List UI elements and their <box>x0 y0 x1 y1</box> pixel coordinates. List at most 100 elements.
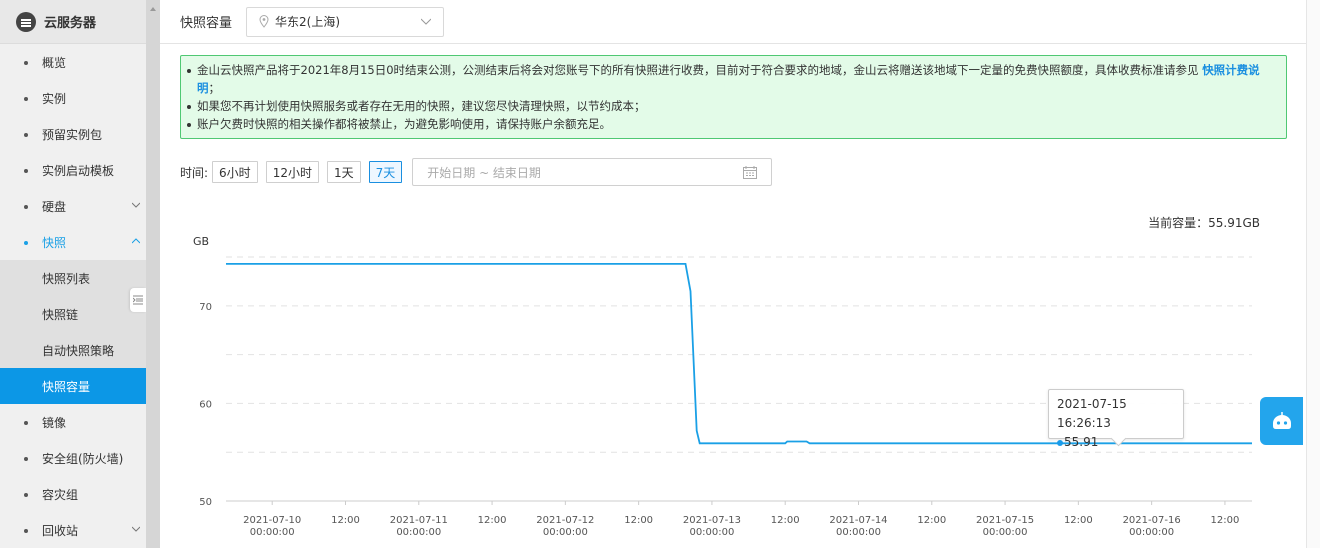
sidebar-subitem-label: 自动快照策略 <box>42 343 115 358</box>
sidebar-title: 云服务器 <box>44 16 97 31</box>
bullet-icon <box>24 97 28 101</box>
chevron-up-icon <box>132 238 140 244</box>
sidebar-item-instances[interactable]: 实例 <box>0 80 146 116</box>
sidebar-item-images[interactable]: 镜像 <box>0 404 146 440</box>
time-6h-button[interactable]: 6小时 <box>212 161 258 183</box>
x-tick-label: 2021-07-10 <box>243 515 301 526</box>
x-tick-label: 2021-07-12 <box>536 515 594 526</box>
region-value: 华东2(上海) <box>275 15 341 29</box>
bullet-icon <box>24 457 28 461</box>
x-tick-label: 2021-07-13 <box>683 515 741 526</box>
calendar-icon <box>743 166 758 179</box>
tooltip-value: 55.91 <box>1064 435 1099 449</box>
sidebar-item-label: 快照 <box>42 235 67 250</box>
sidebar-subitem-snapshot-chain[interactable]: 快照链 <box>0 296 146 332</box>
sidebar-item-disaster-groups[interactable]: 容灾组 <box>0 476 146 512</box>
chat-bot-icon <box>1272 412 1291 429</box>
sidebar-item-disks[interactable]: 硬盘 <box>0 188 146 224</box>
sidebar-item-launch-templates[interactable]: 实例启动模板 <box>0 152 146 188</box>
time-label: 时间: <box>180 165 209 180</box>
bullet-icon <box>24 493 28 497</box>
notice-banner: 金山云快照产品将于2021年8月15日0时结束公测，公测结束后将会对您账号下的所… <box>180 55 1287 139</box>
sidebar-item-label: 预留实例包 <box>42 127 103 142</box>
sidebar-header[interactable]: 云服务器 <box>0 0 146 44</box>
capacity-chart: 当前容量：55.91GB 50 60 70 GB 2021-07-10 00:00:00 1… <box>160 200 1306 548</box>
x-tick-label: 12:00 <box>1064 515 1093 526</box>
x-tick-sublabel: 00:00:00 <box>689 527 734 538</box>
chart-svg: 506070GB2021-07-1000:00:0012:00 2021-07-1… <box>193 235 1253 538</box>
bullet-icon <box>24 61 28 65</box>
sidebar-item-snapshots[interactable]: 快照 <box>0 224 146 260</box>
notice-line: 金山云快照产品将于2021年8月15日0时结束公测，公测结束后将会对您账号下的所… <box>187 61 1274 97</box>
sidebar-subitem-label: 快照容量 <box>42 379 91 394</box>
notice-text: 金山云快照产品将于2021年8月15日0时结束公测，公测结束后将会对您账号下的所… <box>197 63 1203 77</box>
sidebar-scrollbar[interactable] <box>146 0 160 548</box>
sidebar-subitem-snapshot-list[interactable]: 快照列表 <box>0 260 146 296</box>
list-collapse-icon <box>133 295 143 305</box>
sidebar-subitem-snapshot-capacity[interactable]: 快照容量 <box>0 368 146 404</box>
chevron-down-icon <box>421 18 432 25</box>
date-range-picker[interactable]: 开始日期 ~ 结束日期 <box>412 158 773 186</box>
scroll-up-icon <box>150 7 156 11</box>
y-tick-label: 50 <box>199 497 212 508</box>
bullet-icon <box>24 205 28 209</box>
page-scrollbar[interactable] <box>1306 0 1320 548</box>
y-tick-label: 60 <box>199 399 212 410</box>
x-tick-label: 2021-07-15 <box>976 515 1034 526</box>
page-title: 快照容量 <box>180 16 233 31</box>
notice-line: 如果您不再计划使用快照服务或者存在无用的快照，建议您尽快清理快照，以节约成本； <box>187 97 1274 115</box>
x-tick-sublabel: 00:00:00 <box>250 527 295 538</box>
notice-text: 账户欠费时快照的相关操作都将被禁止，为避免影响使用，请保持账户余额充足。 <box>197 117 611 131</box>
sidebar-item-label: 实例 <box>42 91 67 106</box>
time-filter: 时间: 6小时 12小时 1天 7天 开始日期 ~ 结束日期 <box>180 158 773 186</box>
notice-line: 账户欠费时快照的相关操作都将被禁止，为避免影响使用，请保持账户余额充足。 <box>187 115 1274 133</box>
notice-text: 如果您不再计划使用快照服务或者存在无用的快照，建议您尽快清理快照，以节约成本； <box>197 99 646 113</box>
customer-service-button[interactable] <box>1260 397 1303 445</box>
sidebar-item-label: 概览 <box>42 55 67 70</box>
tooltip-time: 2021-07-15 16:26:13 <box>1057 397 1127 430</box>
menu-icon <box>16 11 36 32</box>
sidebar-item-label: 镜像 <box>42 415 67 430</box>
notice-text: ； <box>208 81 221 95</box>
page-header: 快照容量 华东2(上海) <box>160 0 1306 44</box>
time-12h-button[interactable]: 12小时 <box>265 161 319 183</box>
sidebar-item-overview[interactable]: 概览 <box>0 44 146 80</box>
x-tick-label: 12:00 <box>331 515 360 526</box>
location-pin-icon <box>259 15 269 28</box>
date-range-placeholder: 开始日期 ~ 结束日期 <box>427 165 541 180</box>
y-axis-label: GB <box>193 235 209 248</box>
sidebar-item-security-groups[interactable]: 安全组(防火墙) <box>0 440 146 476</box>
series-dot-icon <box>1057 439 1063 446</box>
sidebar-item-label: 实例启动模板 <box>42 163 115 178</box>
x-tick-label: 2021-07-16 <box>1123 515 1181 526</box>
chevron-down-icon <box>132 526 140 532</box>
y-tick-label: 70 <box>199 302 212 313</box>
x-tick-label: 12:00 <box>1211 515 1240 526</box>
sidebar-subitem-label: 快照列表 <box>42 271 91 286</box>
sidebar-item-label: 安全组(防火墙) <box>42 451 124 466</box>
x-tick-label: 12:00 <box>917 515 946 526</box>
sidebar-item-recycle-bin[interactable]: 回收站 <box>0 512 146 548</box>
x-tick-sublabel: 00:00:00 <box>983 527 1028 538</box>
collapse-sidebar-handle[interactable] <box>130 288 146 312</box>
bullet-icon <box>24 421 28 425</box>
sidebar: 云服务器 概览 实例 预留实例包 实例启动模板 硬盘 快照 快照列表 快照链 自… <box>0 0 146 548</box>
sidebar-subitem-auto-snapshot-policy[interactable]: 自动快照策略 <box>0 332 146 368</box>
x-tick-label: 12:00 <box>478 515 507 526</box>
sidebar-item-reserved-instances[interactable]: 预留实例包 <box>0 116 146 152</box>
bullet-icon <box>24 133 28 137</box>
x-tick-label: 2021-07-14 <box>829 515 887 526</box>
x-tick-sublabel: 00:00:00 <box>836 527 881 538</box>
region-select[interactable]: 华东2(上海) <box>246 6 445 37</box>
sidebar-subitem-label: 快照链 <box>42 307 79 322</box>
x-tick-sublabel: 00:00:00 <box>396 527 441 538</box>
time-1d-button[interactable]: 1天 <box>326 161 361 183</box>
chart-tooltip: 2021-07-15 16:26:13 55.91 <box>1048 389 1184 449</box>
chevron-down-icon <box>132 202 140 208</box>
x-tick-sublabel: 00:00:00 <box>1129 527 1174 538</box>
x-tick-label: 2021-07-11 <box>390 515 448 526</box>
time-7d-button[interactable]: 7天 <box>368 161 403 183</box>
bullet-icon <box>24 169 28 173</box>
bullet-icon <box>24 241 28 245</box>
x-tick-label: 12:00 <box>624 515 653 526</box>
